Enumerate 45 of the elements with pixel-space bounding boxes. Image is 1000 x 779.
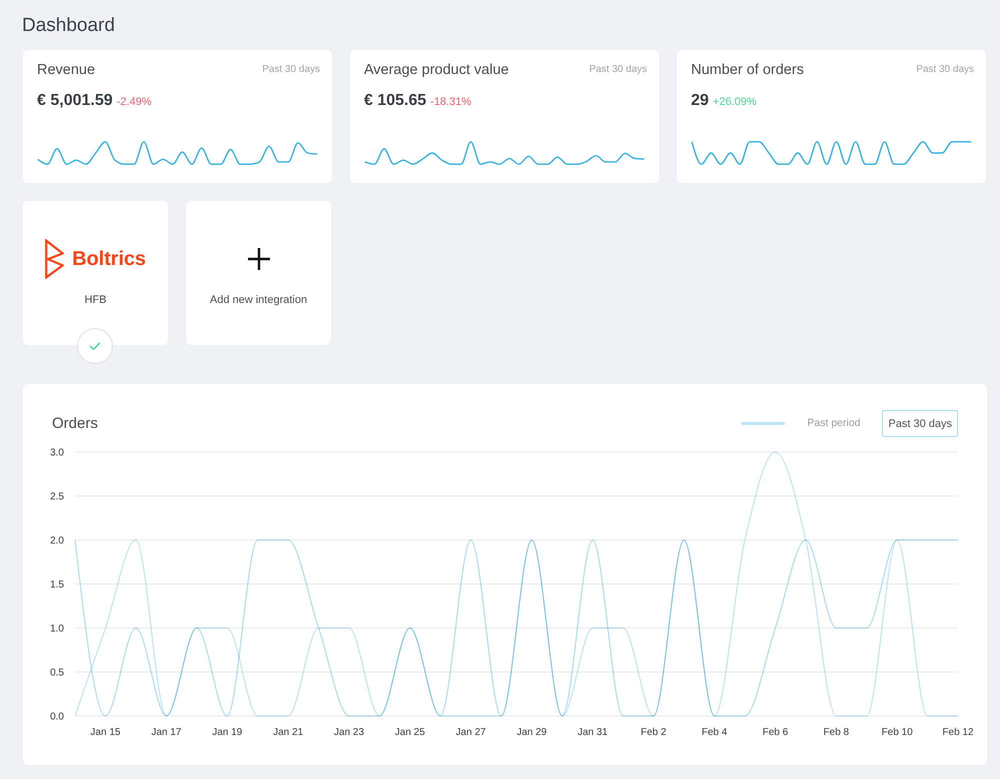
change-percent: -18.31%: [430, 95, 472, 109]
x-axis-label: Jan 31: [578, 727, 608, 738]
y-axis-label: 2.0: [50, 536, 64, 546]
x-axis-label: Jan 23: [334, 727, 364, 738]
change-percent: -2.49%: [116, 95, 152, 109]
integration-card[interactable]: Boltrics HFB: [23, 201, 168, 345]
legend-label: Past period: [807, 417, 860, 430]
y-axis-label: 1.5: [50, 580, 64, 590]
metric-value: € 5,001.59: [37, 91, 113, 111]
period-label: Past 30 days: [589, 64, 647, 76]
period-label: Past 30 days: [262, 64, 320, 76]
x-axis-label: Feb 12: [942, 727, 974, 738]
y-axis-label: 0.0: [50, 712, 64, 722]
x-axis-label: Jan 21: [273, 727, 304, 738]
x-axis-label: Jan 15: [90, 727, 120, 738]
y-axis-label: 2.5: [50, 492, 64, 502]
chart-title: Orders: [52, 414, 99, 432]
x-axis-label: Feb 10: [882, 727, 913, 738]
y-axis-label: 3.0: [50, 448, 64, 458]
x-axis-label: Jan 25: [394, 727, 425, 738]
x-axis-label: Jan 27: [456, 727, 486, 738]
logo-text: Boltrics: [72, 247, 146, 271]
y-axis-label: 0.5: [50, 668, 64, 678]
integration-name: HFB: [84, 293, 106, 307]
card-title: Number of orders: [691, 62, 804, 78]
line-swatch-icon: [741, 422, 786, 425]
period-label: Past 30 days: [916, 64, 974, 76]
logo-icon: [45, 239, 64, 279]
card-title: Average product value: [364, 62, 509, 78]
x-axis-label: Feb 4: [702, 727, 728, 738]
page-title: Dashboard: [22, 14, 115, 38]
add-integration-button[interactable]: Add new integration: [186, 201, 331, 345]
y-axis-label: 1.0: [50, 624, 64, 634]
x-axis-label: Feb 2: [640, 727, 666, 738]
card-title: Revenue: [37, 62, 96, 78]
x-axis-label: Jan 19: [212, 727, 242, 738]
metric-value: 29: [691, 91, 709, 111]
x-axis-label: Feb 6: [762, 727, 788, 738]
metric-value: € 105.65: [364, 91, 426, 111]
plus-icon: [248, 248, 270, 270]
change-percent: +26.09%: [712, 95, 757, 109]
x-axis-label: Jan 29: [516, 727, 547, 738]
x-axis-label: Jan 17: [151, 727, 182, 738]
x-axis-label: Feb 8: [823, 727, 849, 738]
period-button[interactable]: Past 30 days: [882, 410, 958, 437]
